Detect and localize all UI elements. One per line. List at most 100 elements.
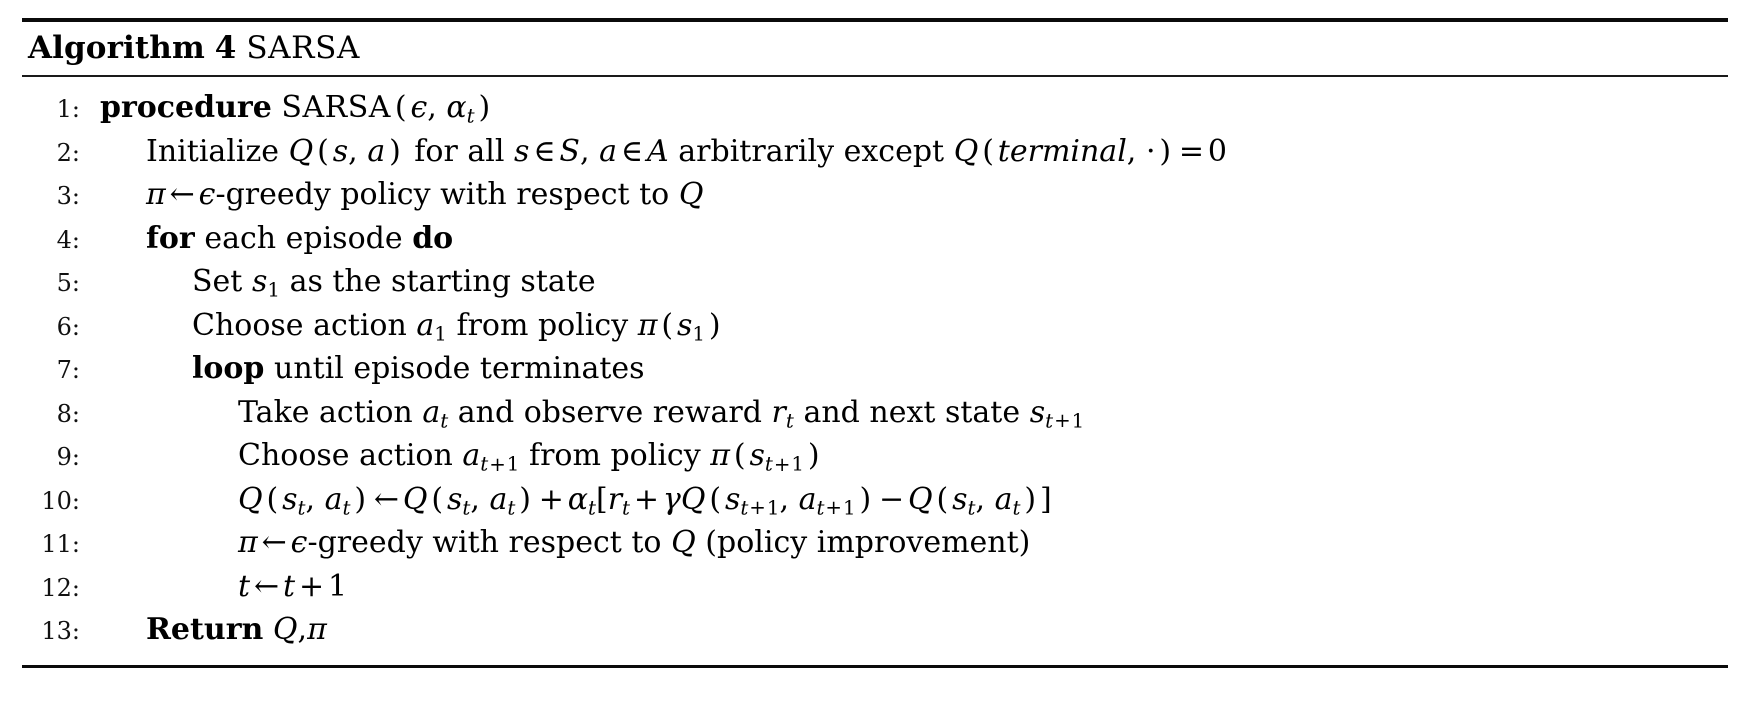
line-content: Initialize Q(s, a) for all s ∈ S, a ∈ Aarbitraril… — [90, 131, 1728, 173]
symbol-Q: Q — [288, 133, 314, 169]
comma: , — [427, 90, 437, 125]
symbol-a: a — [462, 438, 481, 473]
symbol-s: s — [446, 481, 463, 517]
algorithm-line-8: 8: Take action at and observe reward rt and … — [22, 392, 1728, 436]
op-plus: + — [633, 481, 660, 517]
words-greedy-policy: -greedy policy with respect to — [215, 177, 670, 212]
line-number: 8: — [56, 399, 80, 428]
line-content: t ← t +1 — [90, 566, 1728, 608]
symbol-Q: Q — [671, 525, 696, 560]
symbol-Q: Q — [908, 481, 933, 517]
symbol-a: a — [798, 481, 817, 517]
line-number: 2: — [56, 138, 80, 167]
op-minus: − — [878, 481, 905, 517]
algorithm-line-7: 7: loop until episode terminates — [22, 348, 1728, 392]
subscript-plus: + — [749, 496, 766, 520]
symbol-s: s — [514, 133, 530, 169]
symbol-s: s — [251, 264, 268, 299]
subscript-t: t — [588, 496, 596, 520]
subscript-one: 1 — [692, 322, 705, 346]
line-content: Take action at and observe reward rt and nex… — [90, 392, 1728, 434]
paren-open: ( — [661, 307, 674, 343]
bracket-close: ] — [1039, 481, 1052, 517]
line-content: π ← ϵ-greedy policy with respect to Q — [90, 174, 1728, 216]
subscript-t: t — [466, 104, 475, 128]
symbol-a: a — [599, 133, 618, 169]
subscript-one: 1 — [434, 322, 447, 346]
algorithm-line-9: 9: Choose action at+1 from policy π(st+1) — [22, 435, 1728, 479]
words-from-policy: from policy — [528, 438, 701, 473]
symbol-a: a — [367, 133, 386, 169]
subscript-one: 1 — [506, 452, 520, 476]
line-number: 4: — [56, 225, 80, 254]
number-zero: 0 — [1207, 133, 1227, 169]
subscript-t: t — [764, 452, 773, 476]
comma: , — [305, 481, 316, 517]
algorithm-line-13: 13: Return Q,π — [22, 609, 1728, 653]
paren-open: ( — [431, 481, 444, 517]
symbol-s: s — [749, 438, 765, 473]
subscript-t: t — [785, 409, 794, 433]
subscript-plus: + — [773, 452, 791, 476]
symbol-s: s — [1029, 394, 1046, 430]
paren-open: ( — [266, 481, 279, 517]
line-number: 11: — [41, 530, 80, 558]
words-as-starting-state: as the starting state — [289, 264, 596, 299]
subscript-one: 1 — [791, 452, 804, 476]
line-number: 12: — [41, 573, 80, 602]
line-content: Return Q,π — [90, 609, 1728, 651]
subscript-t: t — [440, 409, 449, 433]
line-content: Set s1 as the starting state — [90, 261, 1728, 303]
algorithm-line-3: 3: π ← ϵ-greedy policy with respect to Q — [22, 174, 1728, 218]
words-and-observe-reward: and observe reward — [457, 394, 762, 430]
words-for-all: for all — [414, 133, 505, 169]
comma: , — [348, 133, 358, 169]
symbol-epsilon: ϵ — [198, 177, 216, 212]
paren-close: ) — [807, 438, 820, 473]
symbol-a: a — [324, 481, 343, 517]
symbol-s: s — [952, 481, 968, 517]
keyword-for: for — [146, 220, 195, 256]
symbol-epsilon: ϵ — [410, 90, 428, 125]
keyword-procedure: procedure — [100, 90, 272, 125]
subscript-plus: + — [825, 496, 842, 520]
bracket-open: [ — [595, 481, 608, 517]
op-plus: + — [298, 568, 325, 604]
paren-open: ( — [394, 90, 407, 125]
symbol-s: s — [677, 307, 693, 343]
algorithm-line-6: 6: Choose action a1 from policy π(s1) — [22, 305, 1728, 349]
line-number: 3: — [56, 182, 80, 210]
caption-title: SARSA — [246, 30, 360, 66]
algorithm-line-11: 11: π ← ϵ-greedy with respect to Q (policy i… — [22, 522, 1728, 566]
subscript-plus: + — [1054, 409, 1071, 433]
words-choose-action: Choose action — [192, 307, 407, 343]
symbol-Q: Q — [272, 612, 298, 647]
subscript-t: t — [622, 496, 630, 520]
line-content: π ← ϵ-greedy with respect to Q (policy impro… — [90, 522, 1728, 564]
paren-close: ) — [354, 481, 367, 517]
subscript-one: 1 — [766, 496, 780, 520]
op-assign: ← — [253, 568, 280, 604]
words-choose-action: Choose action — [238, 438, 453, 473]
paren-close: ) — [389, 133, 401, 169]
words-arbitrarily-except: arbitrarily except — [678, 133, 945, 169]
algorithm-line-5: 5: Set s1 as the starting state — [22, 261, 1728, 305]
symbol-Q: Q — [678, 177, 704, 212]
line-number: 13: — [41, 617, 80, 645]
symbol-t: t — [238, 568, 251, 604]
op-in: ∈ — [533, 133, 556, 169]
comma: , — [470, 481, 480, 517]
line-content: Q(st, at) ← Q(st, at) + αt[rt + γQ(st+1, at+1) − Q(… — [90, 479, 1728, 521]
symbol-Q: Q — [402, 481, 428, 517]
symbol-A: A — [647, 133, 669, 169]
symbol-pi: π — [710, 438, 730, 473]
symbol-pi: π — [238, 525, 258, 560]
subscript-t: t — [1045, 409, 1054, 433]
symbol-s: s — [332, 133, 349, 169]
algorithm-body: 1: procedure SARSA(ϵ, αt) 2: Initialize Q(s… — [22, 77, 1728, 665]
paren-close: ) — [708, 307, 721, 343]
paren-close: ) — [1024, 481, 1037, 517]
symbol-epsilon: ϵ — [290, 525, 308, 560]
op-equals: = — [1178, 133, 1205, 169]
symbol-Q: Q — [953, 133, 979, 169]
